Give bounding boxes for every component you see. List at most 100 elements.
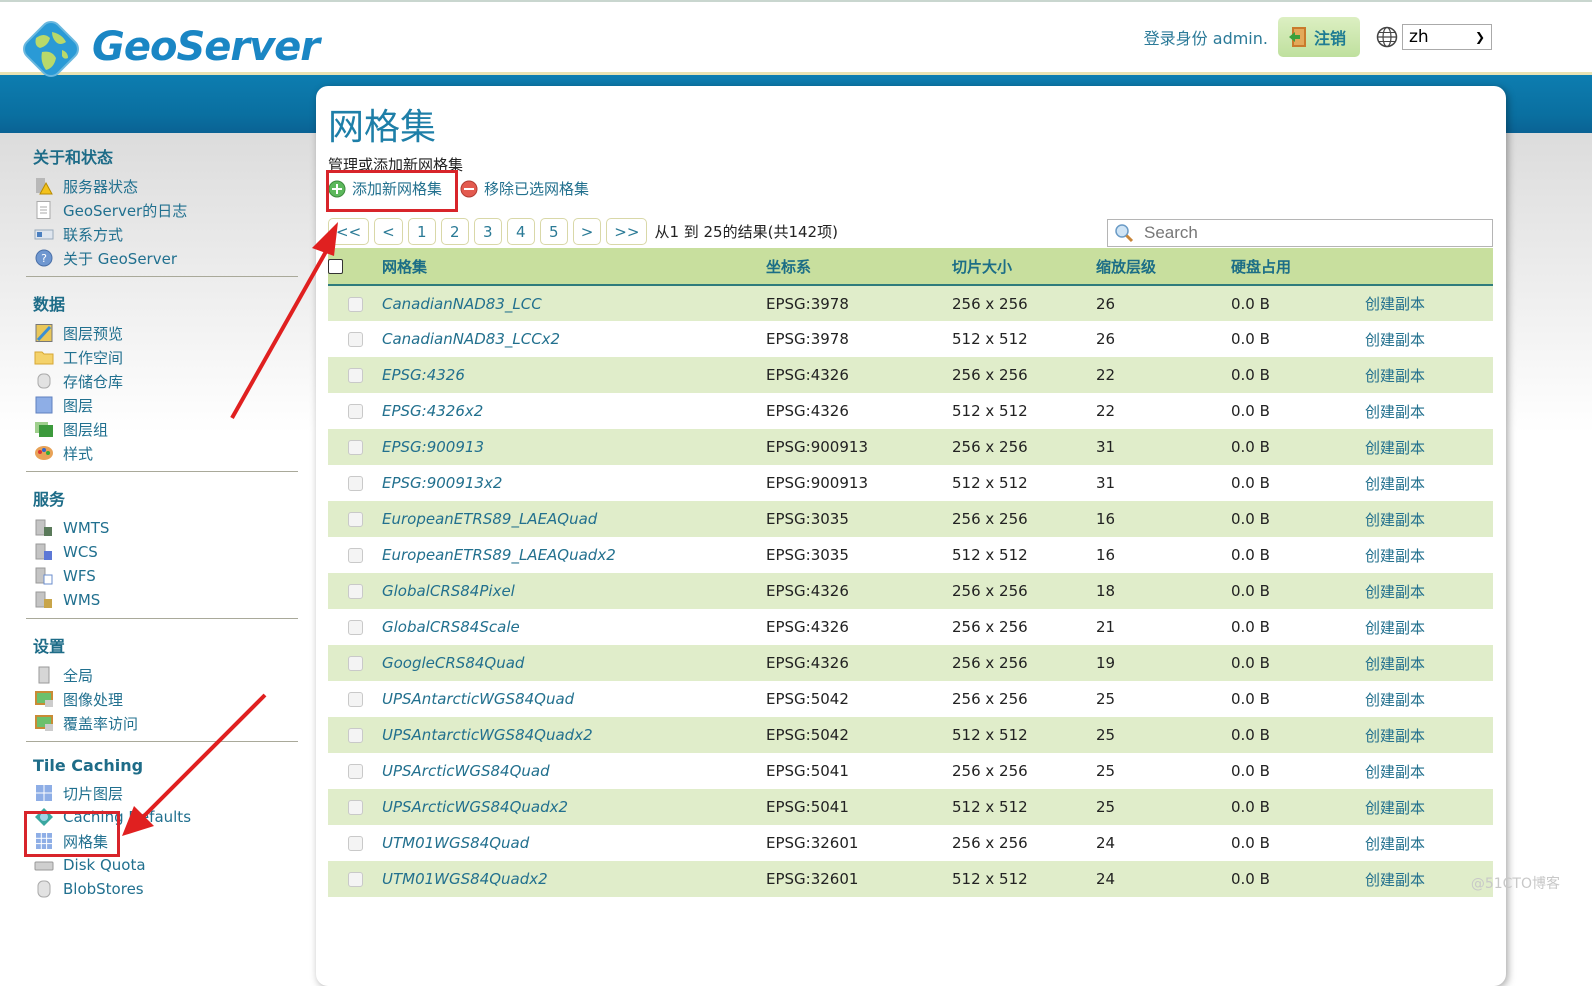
create-copy-link[interactable]: 创建副本 — [1365, 403, 1425, 421]
column-header-gridset[interactable]: 网格集 — [382, 248, 766, 286]
row-select-cell — [328, 393, 382, 429]
page-4-button[interactable]: 4 — [506, 218, 535, 245]
page-next-button[interactable]: > — [572, 218, 602, 245]
gridset-name-link[interactable]: GoogleCRS84Quad — [382, 654, 524, 672]
row-checkbox[interactable] — [347, 476, 363, 491]
gridset-name-cell: GlobalCRS84Pixel — [382, 573, 766, 609]
sidebar-item-stores[interactable]: 存储仓库 — [26, 369, 298, 393]
create-copy-link[interactable]: 创建副本 — [1365, 763, 1425, 781]
geoserver-logo[interactable]: GeoServer — [18, 16, 320, 82]
sidebar-item-layer-preview[interactable]: 图层预览 — [26, 321, 298, 345]
sidebar-item-layer-groups[interactable]: 图层组 — [26, 417, 298, 441]
sidebar-item-styles[interactable]: 样式 — [26, 441, 298, 465]
page-5-button[interactable]: 5 — [539, 218, 568, 245]
sidebar-item-layers[interactable]: 图层 — [26, 393, 298, 417]
gridset-name-link[interactable]: UPSAntarcticWGS84Quadx2 — [382, 726, 593, 744]
gridset-name-link[interactable]: UPSArcticWGS84Quadx2 — [382, 798, 568, 816]
row-checkbox[interactable] — [347, 440, 363, 455]
gridset-name-link[interactable]: EPSG:900913x2 — [382, 474, 502, 492]
create-copy-link[interactable]: 创建副本 — [1365, 295, 1425, 313]
row-checkbox[interactable] — [347, 620, 363, 635]
column-header-crs[interactable]: 坐标系 — [766, 248, 952, 286]
row-checkbox[interactable] — [347, 512, 363, 527]
page-2-button[interactable]: 2 — [440, 218, 469, 245]
page-1-button[interactable]: 1 — [407, 218, 436, 245]
sidebar-item-wms[interactable]: WMS — [26, 588, 298, 612]
create-copy-link[interactable]: 创建副本 — [1365, 511, 1425, 529]
create-copy-link[interactable]: 创建副本 — [1365, 691, 1425, 709]
sidebar-item-wmts[interactable]: WMTS — [26, 516, 298, 540]
row-checkbox[interactable] — [347, 584, 363, 599]
row-checkbox[interactable] — [347, 764, 363, 779]
gridset-name-link[interactable]: GlobalCRS84Pixel — [382, 582, 515, 600]
select-all-checkbox[interactable] — [328, 259, 343, 274]
logout-button[interactable]: 注销 — [1277, 17, 1360, 57]
gridset-name-link[interactable]: UTM01WGS84Quad — [382, 834, 529, 852]
gridset-name-link[interactable]: EPSG:4326x2 — [382, 402, 483, 420]
sidebar-item-blobstores[interactable]: BlobStores — [26, 877, 298, 901]
row-checkbox[interactable] — [347, 800, 363, 815]
gridset-name-link[interactable]: UTM01WGS84Quadx2 — [382, 870, 548, 888]
create-copy-link[interactable]: 创建副本 — [1365, 331, 1425, 349]
create-copy-link[interactable]: 创建副本 — [1365, 439, 1425, 457]
gridset-name-link[interactable]: EuropeanETRS89_LAEAQuadx2 — [382, 546, 616, 564]
gridset-name-link[interactable]: EPSG:4326 — [382, 366, 465, 384]
language-select[interactable]: zh ❯ — [1402, 24, 1492, 50]
sidebar-item-wfs[interactable]: WFS — [26, 564, 298, 588]
row-checkbox[interactable] — [347, 836, 363, 851]
sidebar-item-contact[interactable]: 联系方式 — [26, 222, 298, 246]
sidebar-item-wcs[interactable]: WCS — [26, 540, 298, 564]
page-last-button[interactable]: >> — [606, 218, 648, 245]
create-copy-link[interactable]: 创建副本 — [1365, 655, 1425, 673]
tile-layers-icon — [36, 785, 52, 801]
row-checkbox[interactable] — [347, 872, 363, 887]
page-3-button[interactable]: 3 — [473, 218, 502, 245]
remove-selected-button[interactable]: 移除已选网格集 — [460, 178, 589, 199]
gridset-name-link[interactable]: EPSG:900913 — [382, 438, 484, 456]
gridset-name-link[interactable]: CanadianNAD83_LCC — [382, 295, 542, 313]
column-header-disk-usage[interactable]: 硬盘占用 — [1231, 248, 1365, 286]
tile-size-cell: 256 x 256 — [952, 753, 1096, 789]
table-row: EPSG:900913 EPSG:900913 256 x 256 31 0.0 B 创建… — [328, 429, 1493, 465]
row-select-cell — [328, 789, 382, 825]
gridset-name-link[interactable]: UPSArcticWGS84Quad — [382, 762, 550, 780]
create-copy-link[interactable]: 创建副本 — [1365, 619, 1425, 637]
sidebar-item-workspaces[interactable]: 工作空间 — [26, 345, 298, 369]
disk-usage-cell: 0.0 B — [1231, 429, 1365, 465]
search-input[interactable] — [1142, 222, 1472, 244]
create-copy-link[interactable]: 创建副本 — [1365, 835, 1425, 853]
gridset-name-link[interactable]: EuropeanETRS89_LAEAQuad — [382, 510, 597, 528]
create-copy-link[interactable]: 创建副本 — [1365, 871, 1425, 889]
create-copy-link[interactable]: 创建副本 — [1365, 547, 1425, 565]
sidebar-item-image-processing[interactable]: 图像处理 — [26, 687, 298, 711]
sidebar-item-tile-layers[interactable]: 切片图层 — [26, 781, 298, 805]
row-checkbox[interactable] — [347, 404, 363, 419]
sidebar-item-about[interactable]: ? 关于 GeoServer — [26, 246, 298, 270]
row-checkbox[interactable] — [347, 692, 363, 707]
zoom-levels-cell: 18 — [1096, 573, 1231, 609]
gridset-name-link[interactable]: CanadianNAD83_LCCx2 — [382, 330, 560, 348]
row-checkbox[interactable] — [347, 656, 363, 671]
page-first-button[interactable]: << — [328, 218, 370, 245]
row-checkbox[interactable] — [347, 728, 363, 743]
row-checkbox[interactable] — [347, 296, 363, 312]
gridset-name-link[interactable]: UPSAntarcticWGS84Quad — [382, 690, 574, 708]
sidebar-item-server-status[interactable]: 服务器状态 — [26, 174, 298, 198]
create-copy-link[interactable]: 创建副本 — [1365, 583, 1425, 601]
create-copy-link[interactable]: 创建副本 — [1365, 475, 1425, 493]
row-checkbox[interactable] — [347, 548, 363, 563]
row-checkbox[interactable] — [347, 332, 363, 347]
page-prev-button[interactable]: < — [374, 218, 403, 245]
gridset-name-link[interactable]: GlobalCRS84Scale — [382, 618, 520, 636]
create-copy-link[interactable]: 创建副本 — [1365, 727, 1425, 745]
sidebar-item-geoserver-log[interactable]: GeoServer的日志 — [26, 198, 298, 222]
column-header-tile-size[interactable]: 切片大小 — [952, 248, 1096, 286]
create-copy-link[interactable]: 创建副本 — [1365, 799, 1425, 817]
sidebar-item-global[interactable]: 全局 — [26, 663, 298, 687]
row-checkbox[interactable] — [347, 368, 363, 383]
sidebar-item-label: GeoServer的日志 — [63, 201, 188, 220]
column-header-zoom-levels[interactable]: 缩放层级 — [1096, 248, 1231, 286]
sidebar-item-coverage-access[interactable]: 覆盖率访问 — [26, 711, 298, 735]
create-copy-link[interactable]: 创建副本 — [1365, 367, 1425, 385]
gridset-name-cell: EPSG:4326x2 — [382, 393, 766, 429]
